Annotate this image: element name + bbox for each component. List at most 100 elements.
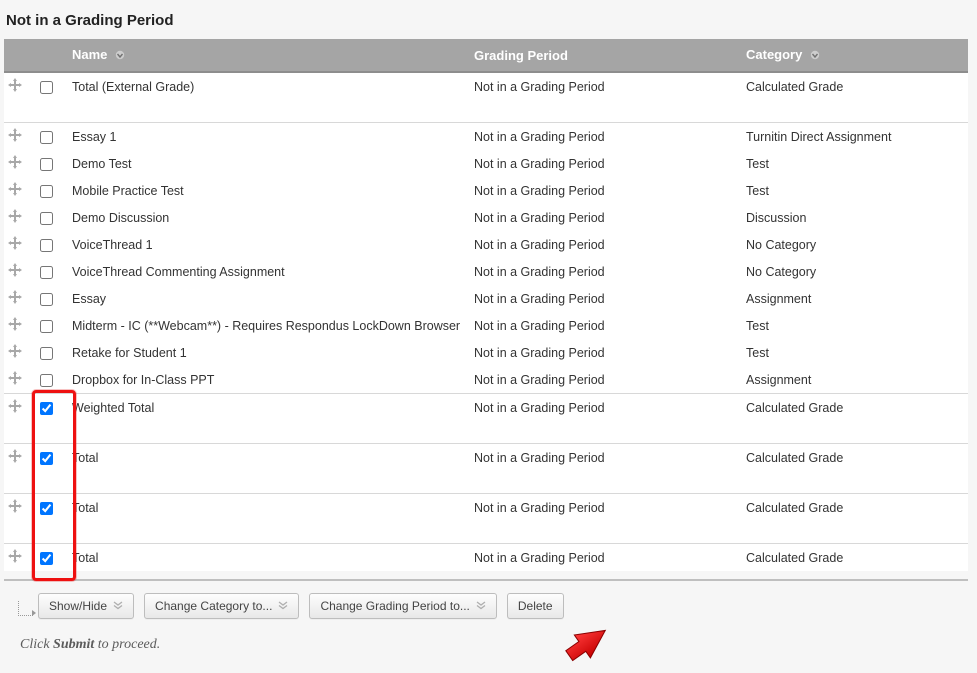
row-name[interactable]: Demo Test [68,150,470,177]
row-name[interactable]: Retake for Student 1 [68,339,470,366]
move-icon[interactable] [8,78,22,92]
bulk-action-toolbar: Show/Hide Change Category to... Change G… [4,593,968,619]
row-checkbox[interactable] [40,374,53,387]
col-name-label: Name [72,47,107,62]
row-name[interactable]: Weighted Total [68,394,470,422]
row-period: Not in a Grading Period [470,444,742,472]
change-category-label: Change Category to... [155,599,272,613]
col-period-header[interactable]: Grading Period [470,39,742,72]
grading-table: Name Grading Period Category [4,39,968,571]
row-category: Test [742,312,968,339]
row-checkbox[interactable] [40,552,53,565]
row-checkbox[interactable] [40,212,53,225]
row-category: Test [742,177,968,204]
change-grading-period-button[interactable]: Change Grading Period to... [309,593,496,619]
col-name-header[interactable]: Name [68,39,470,72]
row-checkbox[interactable] [40,502,53,515]
row-category: Calculated Grade [742,72,968,100]
table-row: TotalNot in a Grading PeriodCalculated G… [4,544,968,572]
change-period-label: Change Grading Period to... [320,599,469,613]
row-checkbox[interactable] [40,402,53,415]
move-icon[interactable] [8,449,22,463]
section-divider [4,579,968,581]
row-period: Not in a Grading Period [470,366,742,394]
table-row: Demo DiscussionNot in a Grading PeriodDi… [4,204,968,231]
row-checkbox[interactable] [40,347,53,360]
row-checkbox[interactable] [40,81,53,94]
table-row: Retake for Student 1Not in a Grading Per… [4,339,968,366]
row-checkbox[interactable] [40,158,53,171]
row-checkbox[interactable] [40,239,53,252]
row-category: Turnitin Direct Assignment [742,123,968,151]
row-name[interactable]: Dropbox for In-Class PPT [68,366,470,394]
row-checkbox[interactable] [40,320,53,333]
double-chevron-down-icon [476,599,486,613]
move-icon[interactable] [8,263,22,277]
move-icon[interactable] [8,236,22,250]
delete-button[interactable]: Delete [507,593,564,619]
row-category: No Category [742,231,968,258]
row-category: No Category [742,258,968,285]
row-category: Discussion [742,204,968,231]
row-period: Not in a Grading Period [470,544,742,572]
row-period: Not in a Grading Period [470,72,742,100]
row-period: Not in a Grading Period [470,258,742,285]
table-row: VoiceThread 1Not in a Grading PeriodNo C… [4,231,968,258]
move-icon[interactable] [8,371,22,385]
move-icon[interactable] [8,499,22,513]
move-icon[interactable] [8,209,22,223]
move-icon[interactable] [8,155,22,169]
col-category-header[interactable]: Category [742,39,968,72]
submit-suffix: to proceed. [94,637,160,652]
row-name[interactable]: Total [68,444,470,472]
row-category: Calculated Grade [742,444,968,472]
show-hide-label: Show/Hide [49,599,107,613]
table-row: Weighted TotalNot in a Grading PeriodCal… [4,394,968,422]
row-name[interactable]: VoiceThread 1 [68,231,470,258]
row-period: Not in a Grading Period [470,285,742,312]
move-icon[interactable] [8,344,22,358]
row-category: Assignment [742,285,968,312]
move-icon[interactable] [8,549,22,563]
row-name[interactable]: Total [68,544,470,572]
row-category: Calculated Grade [742,494,968,522]
row-checkbox[interactable] [40,131,53,144]
row-name[interactable]: Demo Discussion [68,204,470,231]
row-name[interactable]: Total [68,494,470,522]
row-name[interactable]: Essay 1 [68,123,470,151]
chevron-down-icon [114,48,126,63]
row-spacer [4,100,968,123]
show-hide-button[interactable]: Show/Hide [38,593,134,619]
move-icon[interactable] [8,128,22,142]
row-period: Not in a Grading Period [470,123,742,151]
row-period: Not in a Grading Period [470,204,742,231]
row-name[interactable]: Total (External Grade) [68,72,470,100]
row-period: Not in a Grading Period [470,339,742,366]
row-name[interactable]: Midterm - IC (**Webcam**) - Requires Res… [68,312,470,339]
col-period-label: Grading Period [474,48,568,63]
row-spacer [4,521,968,544]
col-check [36,39,68,72]
row-name[interactable]: Mobile Practice Test [68,177,470,204]
move-icon[interactable] [8,182,22,196]
change-category-button[interactable]: Change Category to... [144,593,299,619]
move-icon[interactable] [8,399,22,413]
row-spacer [4,471,968,494]
section-title: Not in a Grading Period [6,12,965,29]
row-name[interactable]: VoiceThread Commenting Assignment [68,258,470,285]
submit-bold: Submit [53,637,94,652]
row-name[interactable]: Essay [68,285,470,312]
move-icon[interactable] [8,317,22,331]
row-checkbox[interactable] [40,185,53,198]
submit-instruction: Click Submit to proceed. [20,637,965,653]
row-checkbox[interactable] [40,266,53,279]
double-chevron-down-icon [278,599,288,613]
chevron-down-icon [809,48,821,63]
table-wrap: Name Grading Period Category [4,39,968,571]
row-checkbox[interactable] [40,293,53,306]
row-category: Test [742,150,968,177]
table-row: VoiceThread Commenting AssignmentNot in … [4,258,968,285]
submit-prefix: Click [20,637,53,652]
row-checkbox[interactable] [40,452,53,465]
move-icon[interactable] [8,290,22,304]
